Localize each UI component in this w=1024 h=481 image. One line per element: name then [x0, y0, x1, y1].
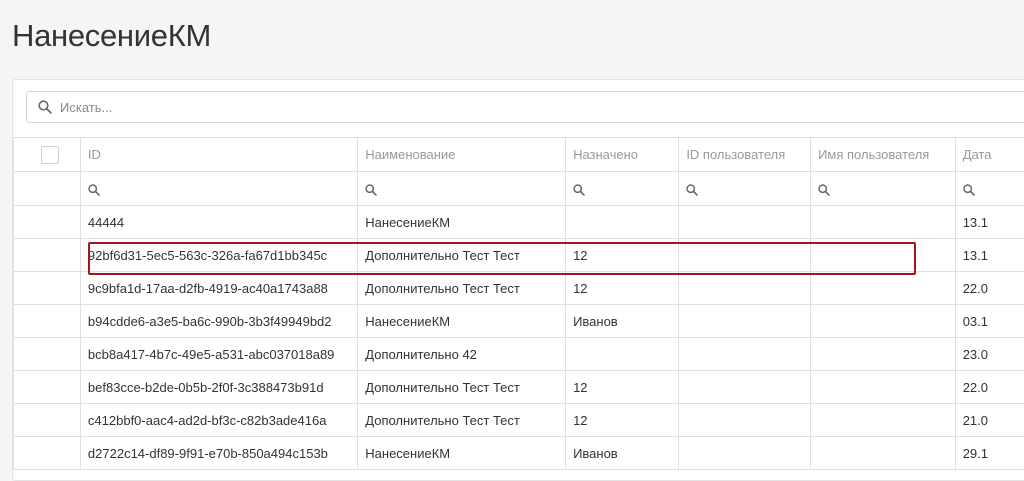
cell-assigned: 12 — [566, 404, 679, 437]
cell-name: НанесениеКМ — [358, 437, 566, 470]
cell-name: Дополнительно Тест Тест — [358, 272, 566, 305]
filter-cell-empty — [14, 172, 81, 206]
cell-user-id — [679, 404, 811, 437]
search-icon — [686, 184, 698, 196]
row-select-cell[interactable] — [14, 272, 81, 305]
cell-date: 22.0 — [955, 272, 1024, 305]
cell-assigned: 12 — [566, 272, 679, 305]
filter-cell-name[interactable] — [358, 172, 566, 206]
cell-user-id — [679, 206, 811, 239]
select-all-cell[interactable] — [14, 138, 81, 172]
table-row[interactable]: d2722c14-df89-9f91-e70b-850a494c153b Нан… — [14, 437, 1024, 470]
page-title: НанесениеКМ — [12, 18, 211, 54]
filter-cell-user-id[interactable] — [679, 172, 811, 206]
cell-date: 22.0 — [955, 371, 1024, 404]
cell-date: 21.0 — [955, 404, 1024, 437]
search-icon — [365, 184, 377, 196]
cell-date: 23.0 — [955, 338, 1024, 371]
grid-panel: ID Наименование Назначено ID пользовател… — [12, 79, 1024, 481]
cell-assigned: Иванов — [566, 437, 679, 470]
table-row[interactable]: 9c9bfa1d-17aa-d2fb-4919-ac40a1743a88 Доп… — [14, 272, 1024, 305]
filter-cell-assigned[interactable] — [566, 172, 679, 206]
cell-id: 92bf6d31-5ec5-563c-326a-fa67d1bb345c — [80, 239, 357, 272]
search-icon — [818, 184, 830, 196]
search-icon — [963, 184, 975, 196]
cell-user-id — [679, 305, 811, 338]
row-select-cell[interactable] — [14, 305, 81, 338]
cell-assigned: Иванов — [566, 305, 679, 338]
table-row[interactable]: 92bf6d31-5ec5-563c-326a-fa67d1bb345c Доп… — [14, 239, 1024, 272]
header-row: ID Наименование Назначено ID пользовател… — [14, 138, 1024, 172]
cell-user-id — [679, 239, 811, 272]
search-box[interactable] — [26, 91, 1024, 123]
row-select-cell[interactable] — [14, 338, 81, 371]
cell-name: НанесениеКМ — [358, 305, 566, 338]
row-select-cell[interactable] — [14, 371, 81, 404]
data-grid: ID Наименование Назначено ID пользовател… — [13, 137, 1024, 470]
column-header-name[interactable]: Наименование — [358, 138, 566, 172]
cell-name: Дополнительно Тест Тест — [358, 404, 566, 437]
column-header-assigned[interactable]: Назначено — [566, 138, 679, 172]
cell-user-id — [679, 338, 811, 371]
cell-assigned: 12 — [566, 239, 679, 272]
cell-user-name — [811, 206, 956, 239]
cell-date: 13.1 — [955, 239, 1024, 272]
column-header-id[interactable]: ID — [80, 138, 357, 172]
cell-id: bef83cce-b2de-0b5b-2f0f-3c388473b91d — [80, 371, 357, 404]
cell-id: b94cdde6-a3e5-ba6c-990b-3b3f49949bd2 — [80, 305, 357, 338]
search-icon — [573, 184, 585, 196]
cell-user-name — [811, 371, 956, 404]
filter-cell-date[interactable] — [955, 172, 1024, 206]
cell-id: 44444 — [80, 206, 357, 239]
cell-user-name — [811, 437, 956, 470]
cell-user-name — [811, 305, 956, 338]
row-select-cell[interactable] — [14, 206, 81, 239]
cell-date: 03.1 — [955, 305, 1024, 338]
search-icon — [88, 184, 100, 196]
search-input[interactable] — [60, 92, 960, 122]
cell-user-name — [811, 338, 956, 371]
cell-assigned — [566, 338, 679, 371]
cell-name: Дополнительно Тест Тест — [358, 371, 566, 404]
search-icon — [38, 100, 52, 114]
cell-user-id — [679, 272, 811, 305]
cell-id: c412bbf0-aac4-ad2d-bf3c-c82b3ade416a — [80, 404, 357, 437]
table-row[interactable]: bcb8a417-4b7c-49e5-a531-abc037018a89 Доп… — [14, 338, 1024, 371]
row-select-cell[interactable] — [14, 239, 81, 272]
cell-user-name — [811, 239, 956, 272]
row-select-cell[interactable] — [14, 404, 81, 437]
cell-user-name — [811, 272, 956, 305]
filter-cell-id[interactable] — [80, 172, 357, 206]
row-select-cell[interactable] — [14, 437, 81, 470]
column-header-user-name[interactable]: Имя пользователя — [811, 138, 956, 172]
cell-assigned: 12 — [566, 371, 679, 404]
cell-user-id — [679, 371, 811, 404]
select-all-checkbox[interactable] — [41, 146, 59, 164]
filter-cell-user-name[interactable] — [811, 172, 956, 206]
filter-row — [14, 172, 1024, 206]
cell-date: 13.1 — [955, 206, 1024, 239]
table-row[interactable]: 44444 НанесениеКМ 13.1 — [14, 206, 1024, 239]
cell-date: 29.1 — [955, 437, 1024, 470]
cell-name: НанесениеКМ — [358, 206, 566, 239]
cell-id: bcb8a417-4b7c-49e5-a531-abc037018a89 — [80, 338, 357, 371]
cell-user-id — [679, 437, 811, 470]
table-row[interactable]: b94cdde6-a3e5-ba6c-990b-3b3f49949bd2 Нан… — [14, 305, 1024, 338]
cell-user-name — [811, 404, 956, 437]
table-row[interactable]: bef83cce-b2de-0b5b-2f0f-3c388473b91d Доп… — [14, 371, 1024, 404]
cell-name: Дополнительно Тест Тест — [358, 239, 566, 272]
cell-name: Дополнительно 42 — [358, 338, 566, 371]
cell-id: 9c9bfa1d-17aa-d2fb-4919-ac40a1743a88 — [80, 272, 357, 305]
cell-id: d2722c14-df89-9f91-e70b-850a494c153b — [80, 437, 357, 470]
column-header-date[interactable]: Дата — [955, 138, 1024, 172]
cell-assigned — [566, 206, 679, 239]
table-row[interactable]: c412bbf0-aac4-ad2d-bf3c-c82b3ade416a Доп… — [14, 404, 1024, 437]
column-header-user-id[interactable]: ID пользователя — [679, 138, 811, 172]
